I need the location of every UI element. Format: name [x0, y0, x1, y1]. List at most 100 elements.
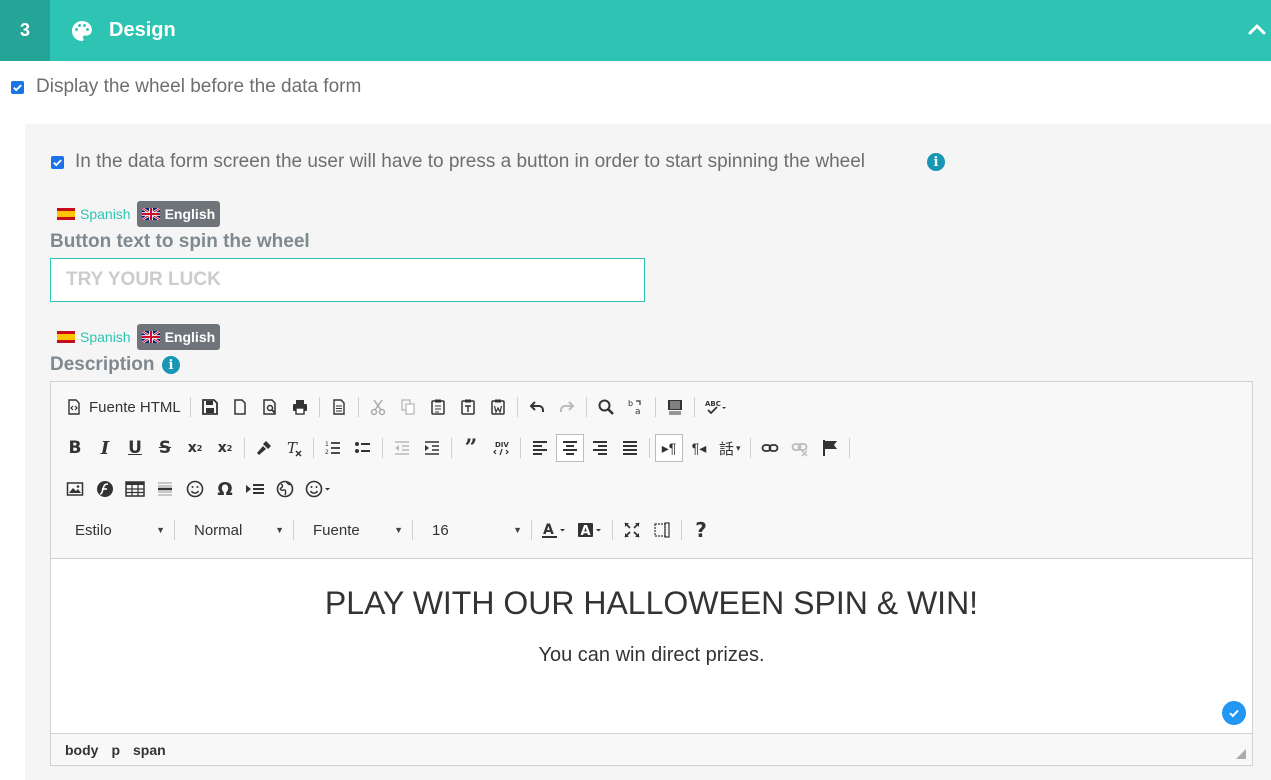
undo-icon[interactable]: [523, 393, 551, 421]
text-direction-rtl-icon[interactable]: ¶◂: [685, 434, 713, 462]
tab-spanish[interactable]: Spanish: [51, 325, 137, 349]
numbered-list-icon[interactable]: 12: [319, 434, 347, 462]
toolbar-separator: [585, 397, 587, 417]
replace-icon[interactable]: ba: [622, 393, 650, 421]
chevron-down-icon: ▼: [394, 525, 403, 535]
copy-icon[interactable]: [394, 393, 422, 421]
unlink-icon[interactable]: [786, 434, 814, 462]
font-dropdown[interactable]: Fuente ▼: [299, 516, 409, 544]
save-icon[interactable]: [196, 393, 224, 421]
blockquote-icon[interactable]: ”: [457, 434, 485, 462]
text-direction-ltr-icon[interactable]: ▸¶: [655, 434, 683, 462]
align-center-icon[interactable]: [556, 434, 584, 462]
help-icon[interactable]: ?: [687, 516, 715, 544]
display-wheel-label[interactable]: Display the wheel before the data form: [36, 76, 361, 98]
link-icon[interactable]: [756, 434, 784, 462]
image-icon[interactable]: [61, 475, 89, 503]
outdent-icon[interactable]: [388, 434, 416, 462]
paste-icon[interactable]: [424, 393, 452, 421]
svg-text:T: T: [287, 439, 298, 457]
new-page-icon[interactable]: [226, 393, 254, 421]
tab-english-label: English: [164, 206, 216, 222]
style-dropdown-value: Estilo: [75, 521, 112, 539]
emoji-icon[interactable]: [301, 475, 335, 503]
redo-icon[interactable]: [553, 393, 581, 421]
remove-format-icon[interactable]: T: [280, 434, 308, 462]
copy-format-icon[interactable]: [250, 434, 278, 462]
text-color-icon[interactable]: A: [537, 516, 571, 544]
paste-text-icon[interactable]: [454, 393, 482, 421]
select-all-icon[interactable]: [661, 393, 689, 421]
source-html-label: Fuente HTML: [89, 398, 181, 416]
format-dropdown-value: Normal: [194, 521, 243, 539]
toolbar-separator: [848, 438, 850, 458]
button-text-input[interactable]: TRY YOUR LUCK: [50, 258, 645, 302]
smiley-icon[interactable]: [181, 475, 209, 503]
strikethrough-icon[interactable]: S: [151, 434, 179, 462]
press-button-label[interactable]: In the data form screen the user will ha…: [75, 151, 865, 173]
horizontal-rule-icon[interactable]: [151, 475, 179, 503]
spellcheck-icon[interactable]: ABC: [700, 393, 732, 421]
underline-icon[interactable]: U: [121, 434, 149, 462]
content-heading[interactable]: PLAY WITH OUR HALLOWEEN SPIN & WIN!: [51, 585, 1252, 622]
path-body[interactable]: body: [65, 742, 98, 758]
flash-icon[interactable]: [91, 475, 119, 503]
info-icon[interactable]: i: [927, 153, 945, 171]
print-icon[interactable]: [286, 393, 314, 421]
chevron-up-icon[interactable]: [1245, 18, 1269, 42]
toolbar-separator: [382, 438, 383, 458]
templates-icon[interactable]: [325, 393, 353, 421]
section-title: Design: [109, 19, 176, 41]
indent-icon[interactable]: [418, 434, 446, 462]
find-icon[interactable]: [592, 393, 620, 421]
toolbar-separator: [531, 520, 532, 540]
format-dropdown[interactable]: Normal ▼: [180, 516, 290, 544]
font-dropdown-value: Fuente: [313, 521, 360, 539]
preview-icon[interactable]: [256, 393, 284, 421]
display-wheel-checkbox[interactable]: [11, 81, 24, 94]
toolbar-separator: [244, 438, 245, 458]
superscript-icon[interactable]: x2: [211, 434, 239, 462]
anchor-flag-icon[interactable]: [816, 434, 844, 462]
bold-icon[interactable]: B: [61, 434, 89, 462]
align-right-icon[interactable]: [586, 434, 614, 462]
language-icon[interactable]: 話 ▾: [715, 434, 745, 462]
content-paragraph[interactable]: You can win direct prizes.: [51, 644, 1252, 667]
section-header[interactable]: 3 Design: [0, 0, 1271, 61]
font-size-dropdown[interactable]: 16 ▼: [418, 516, 528, 544]
cut-icon[interactable]: [364, 393, 392, 421]
show-blocks-icon[interactable]: [648, 516, 676, 544]
uk-flag-icon: [141, 208, 160, 220]
subscript-icon[interactable]: x2: [181, 434, 209, 462]
toolbar-separator: [451, 438, 452, 458]
iframe-globe-icon[interactable]: [271, 475, 299, 503]
language-tabs: Spanish English: [51, 324, 221, 350]
paste-word-icon[interactable]: [484, 393, 512, 421]
align-left-icon[interactable]: [526, 434, 554, 462]
tab-spanish-label: Spanish: [80, 206, 131, 222]
tab-spanish[interactable]: Spanish: [51, 202, 137, 226]
justify-icon[interactable]: [616, 434, 644, 462]
source-html-button[interactable]: Fuente HTML: [61, 393, 185, 421]
tab-english[interactable]: English: [136, 201, 221, 227]
info-icon[interactable]: i: [162, 356, 180, 374]
create-div-icon[interactable]: DIV: [487, 434, 515, 462]
resize-handle-icon[interactable]: [1236, 749, 1246, 759]
table-icon[interactable]: [121, 475, 149, 503]
style-dropdown[interactable]: Estilo ▼: [61, 516, 171, 544]
toolbar-separator: [749, 438, 751, 458]
page-break-icon[interactable]: [241, 475, 269, 503]
bulleted-list-icon[interactable]: [349, 434, 377, 462]
editor-content[interactable]: PLAY WITH OUR HALLOWEEN SPIN & WIN! You …: [51, 558, 1252, 733]
maximize-icon[interactable]: [618, 516, 646, 544]
special-char-icon[interactable]: Ω: [211, 475, 239, 503]
italic-icon[interactable]: I: [91, 434, 119, 462]
path-p[interactable]: p: [111, 742, 120, 758]
path-span[interactable]: span: [133, 742, 166, 758]
tab-english[interactable]: English: [136, 324, 221, 350]
svg-text:A: A: [543, 522, 554, 538]
toolbar-separator: [189, 397, 191, 417]
background-color-icon[interactable]: A: [573, 516, 607, 544]
press-button-checkbox[interactable]: [51, 156, 64, 169]
uk-flag-icon: [141, 331, 160, 343]
